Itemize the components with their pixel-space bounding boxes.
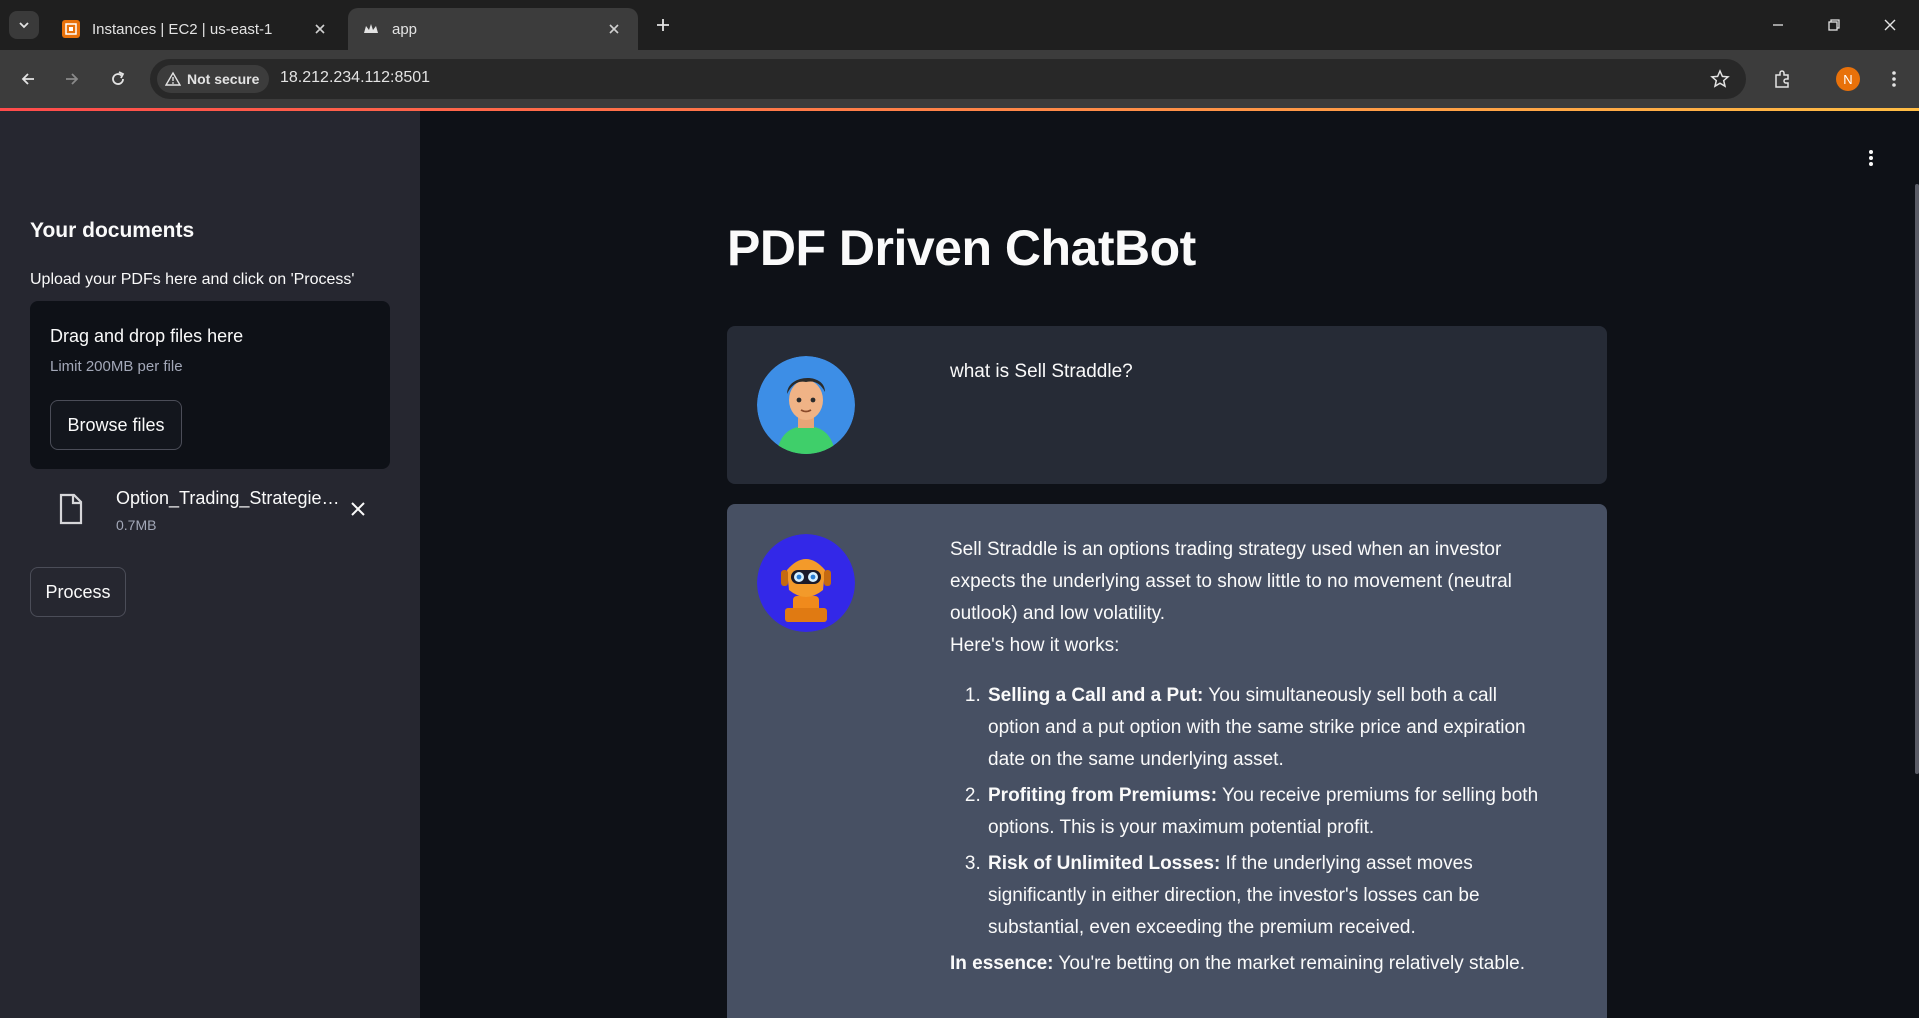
close-tab-icon[interactable]: [604, 19, 624, 39]
step-title: Profiting from Premiums:: [988, 785, 1218, 806]
step-title: Risk of Unlimited Losses:: [988, 853, 1221, 874]
page-title: PDF Driven ChatBot: [727, 220, 1196, 276]
bookmark-button[interactable]: [1708, 67, 1732, 91]
tab-app[interactable]: app: [348, 8, 638, 50]
browse-files-button[interactable]: Browse files: [50, 400, 182, 450]
reload-button[interactable]: [102, 63, 134, 95]
summary-title: In essence:: [950, 953, 1054, 974]
vertical-dots-icon: [1869, 150, 1873, 166]
star-icon: [1710, 69, 1730, 88]
browser-tab-bar: Instances | EC2 | us-east-1 app: [0, 0, 1919, 50]
address-bar[interactable]: Not secure 18.212.234.112:8501: [150, 59, 1746, 99]
uploaded-file-item: Option_Trading_Strategies.pdf 0.7MB: [30, 481, 390, 541]
minimize-icon: [1773, 24, 1783, 26]
chat-message-user: what is Sell Straddle?: [727, 326, 1607, 484]
tab-title: app: [392, 20, 418, 38]
summary-text: You're betting on the market remaining r…: [1053, 953, 1526, 974]
bot-message-steps: Selling a Call and a Put: You simultaneo…: [950, 680, 1550, 944]
security-label: Not secure: [187, 71, 260, 87]
puzzle-piece-icon: [1775, 70, 1789, 88]
close-window-button[interactable]: [1870, 10, 1910, 40]
minimize-window-button[interactable]: [1758, 10, 1798, 40]
close-icon: [1884, 19, 1896, 31]
restore-window-button[interactable]: [1814, 10, 1854, 40]
user-avatar: [757, 356, 855, 454]
chevron-down-icon: [19, 22, 29, 29]
uploaded-file-name: Option_Trading_Strategies.pdf: [116, 488, 346, 508]
close-tab-icon[interactable]: [310, 19, 330, 39]
user-message-text: what is Sell Straddle?: [950, 361, 1133, 382]
bot-message-lead: Here's how it works:: [950, 635, 1120, 656]
profile-avatar: N: [1836, 67, 1860, 91]
remove-file-button[interactable]: [346, 497, 370, 521]
browser-toolbar: Not secure 18.212.234.112:8501 N: [0, 50, 1919, 108]
arrow-right-icon: [66, 73, 79, 85]
chat-message-bot: Sell Straddle is an options trading stra…: [727, 504, 1607, 1018]
close-icon: [351, 502, 365, 516]
bot-message-text: Sell Straddle is an options trading stra…: [950, 534, 1550, 980]
tab-title: Instances | EC2 | us-east-1: [92, 20, 273, 38]
list-item: Profiting from Premiums: You receive pre…: [986, 780, 1550, 844]
browser-menu-button[interactable]: [1878, 63, 1910, 95]
new-tab-button[interactable]: [650, 12, 676, 38]
sidebar: Your documents Upload your PDFs here and…: [0, 111, 420, 1018]
security-indicator[interactable]: Not secure: [157, 65, 270, 93]
forward-button[interactable]: [56, 63, 88, 95]
arrow-left-icon: [21, 73, 34, 85]
streamlit-crown-favicon-icon: [364, 24, 378, 33]
back-button[interactable]: [12, 63, 44, 95]
list-item: Risk of Unlimited Losses: If the underly…: [986, 848, 1550, 944]
bot-message-summary: In essence: You're betting on the market…: [950, 948, 1550, 980]
reload-icon: [112, 71, 125, 85]
vertical-dots-icon: [1892, 71, 1896, 87]
tab-search-button[interactable]: [9, 11, 39, 39]
list-item: Selling a Call and a Put: You simultaneo…: [986, 680, 1550, 776]
url-text[interactable]: 18.212.234.112:8501: [280, 69, 430, 87]
bot-avatar: [757, 534, 855, 632]
file-uploader-label: Upload your PDFs here and click on 'Proc…: [30, 271, 355, 288]
dropzone-title: Drag and drop files here: [50, 326, 244, 346]
process-button[interactable]: Process: [30, 567, 126, 617]
uploaded-file-size: 0.7MB: [116, 517, 157, 533]
file-icon: [59, 493, 83, 525]
plus-icon: [657, 19, 669, 31]
bot-message-intro: Sell Straddle is an options trading stra…: [950, 539, 1512, 624]
app-menu-button[interactable]: [1861, 146, 1881, 170]
restore-icon: [1828, 19, 1840, 31]
dropzone-limit: Limit 200MB per file: [50, 358, 183, 375]
extensions-button[interactable]: [1766, 63, 1798, 95]
step-title: Selling a Call and a Put:: [988, 685, 1204, 706]
main-scrollbar[interactable]: [1915, 184, 1919, 774]
tab-ec2-instances[interactable]: Instances | EC2 | us-east-1: [48, 8, 344, 50]
main-content: PDF Driven ChatBot what is Sell Straddle…: [420, 111, 1919, 1018]
aws-ec2-favicon-icon: [62, 20, 80, 38]
file-dropzone[interactable]: Drag and drop files here Limit 200MB per…: [30, 301, 390, 469]
sidebar-heading: Your documents: [30, 219, 195, 242]
warning-triangle-icon: [165, 71, 181, 86]
profile-button[interactable]: N: [1832, 63, 1864, 95]
